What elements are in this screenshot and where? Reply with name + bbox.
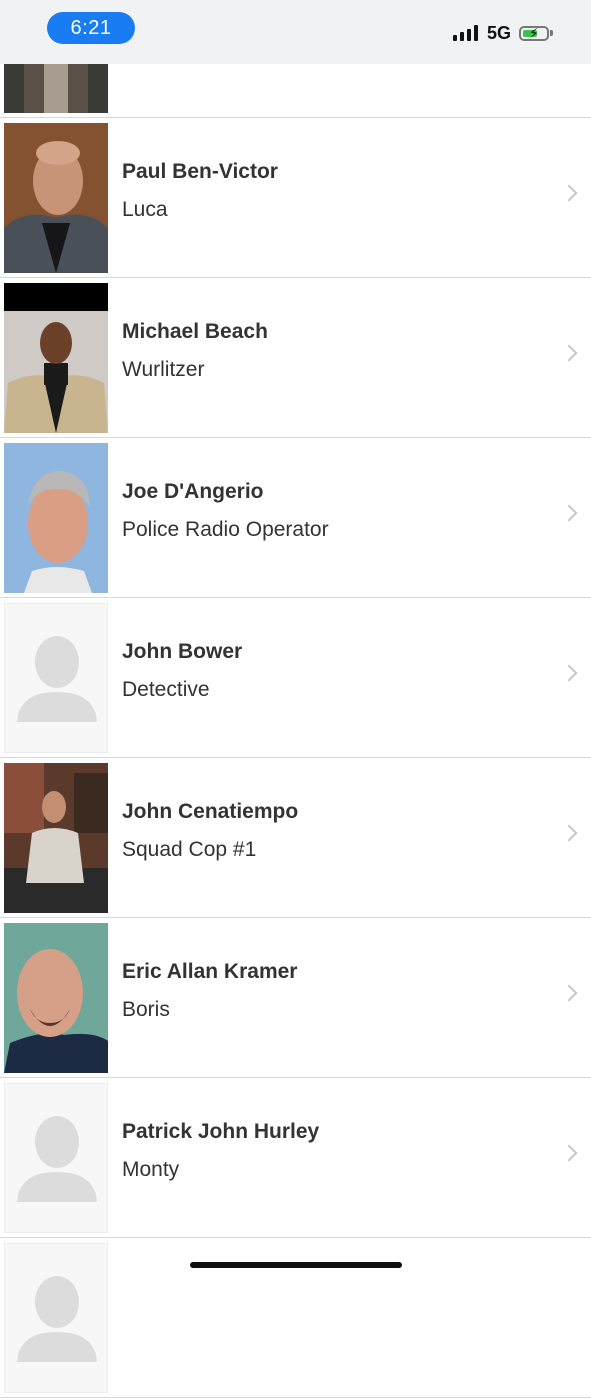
actor-name: Patrick John Hurley: [122, 1120, 320, 1143]
chevron-right-icon: [560, 664, 578, 682]
placeholder-avatar-icon: [4, 1243, 108, 1393]
chevron-right-icon: [560, 504, 578, 522]
role-name: Luca: [122, 198, 168, 221]
role-name: Boris: [122, 998, 170, 1021]
actor-photo: [4, 123, 108, 273]
battery-charging-icon: ⚡: [519, 25, 549, 41]
actor-name: John Bower: [122, 640, 243, 663]
cast-row[interactable]: Joe D'Angerio Police Radio Operator: [0, 438, 591, 598]
home-indicator[interactable]: [190, 1262, 402, 1268]
cast-row[interactable]: Michael Beach Wurlitzer: [0, 278, 591, 438]
placeholder-avatar-icon: [4, 1083, 108, 1233]
placeholder-avatar-icon: [4, 603, 108, 753]
chevron-right-icon: [560, 984, 578, 1002]
actor-name: Eric Allan Kramer: [122, 960, 298, 983]
role-name: Monty: [122, 1158, 180, 1181]
status-icons: 5G ⚡: [452, 22, 553, 44]
status-bar: 6:21 5G ⚡: [0, 0, 591, 64]
network-type-label: 5G: [486, 22, 511, 43]
actor-photo: [4, 443, 108, 593]
cast-row[interactable]: Eric Allan Kramer Boris: [0, 918, 591, 1078]
chevron-right-icon: [560, 1144, 578, 1162]
cast-row[interactable]: Paul Ben-Victor Luca: [0, 118, 591, 278]
chevron-right-icon: [560, 824, 578, 842]
cast-row[interactable]: John Bower Detective: [0, 598, 591, 758]
cast-row[interactable]: John Cenatiempo Squad Cop #1: [0, 758, 591, 918]
actor-name: Michael Beach: [122, 320, 268, 343]
actor-photo: [4, 923, 108, 1073]
actor-name: John Cenatiempo: [122, 800, 299, 823]
actor-name: Joe D'Angerio: [122, 480, 264, 503]
role-name: Squad Cop #1: [122, 838, 257, 861]
cast-row[interactable]: Patrick John Hurley Monty: [0, 1078, 591, 1238]
chevron-right-icon: [560, 344, 578, 362]
cellular-signal-icon: [452, 25, 478, 41]
time-indicator[interactable]: 6:21: [47, 12, 135, 44]
role-name: Wurlitzer: [122, 358, 205, 381]
role-name: Detective: [122, 678, 210, 701]
actor-photo: [4, 763, 108, 913]
actor-name: Paul Ben-Victor: [122, 160, 278, 183]
chevron-right-icon: [560, 184, 578, 202]
role-name: Police Radio Operator: [122, 518, 329, 541]
actor-photo: [4, 283, 108, 433]
